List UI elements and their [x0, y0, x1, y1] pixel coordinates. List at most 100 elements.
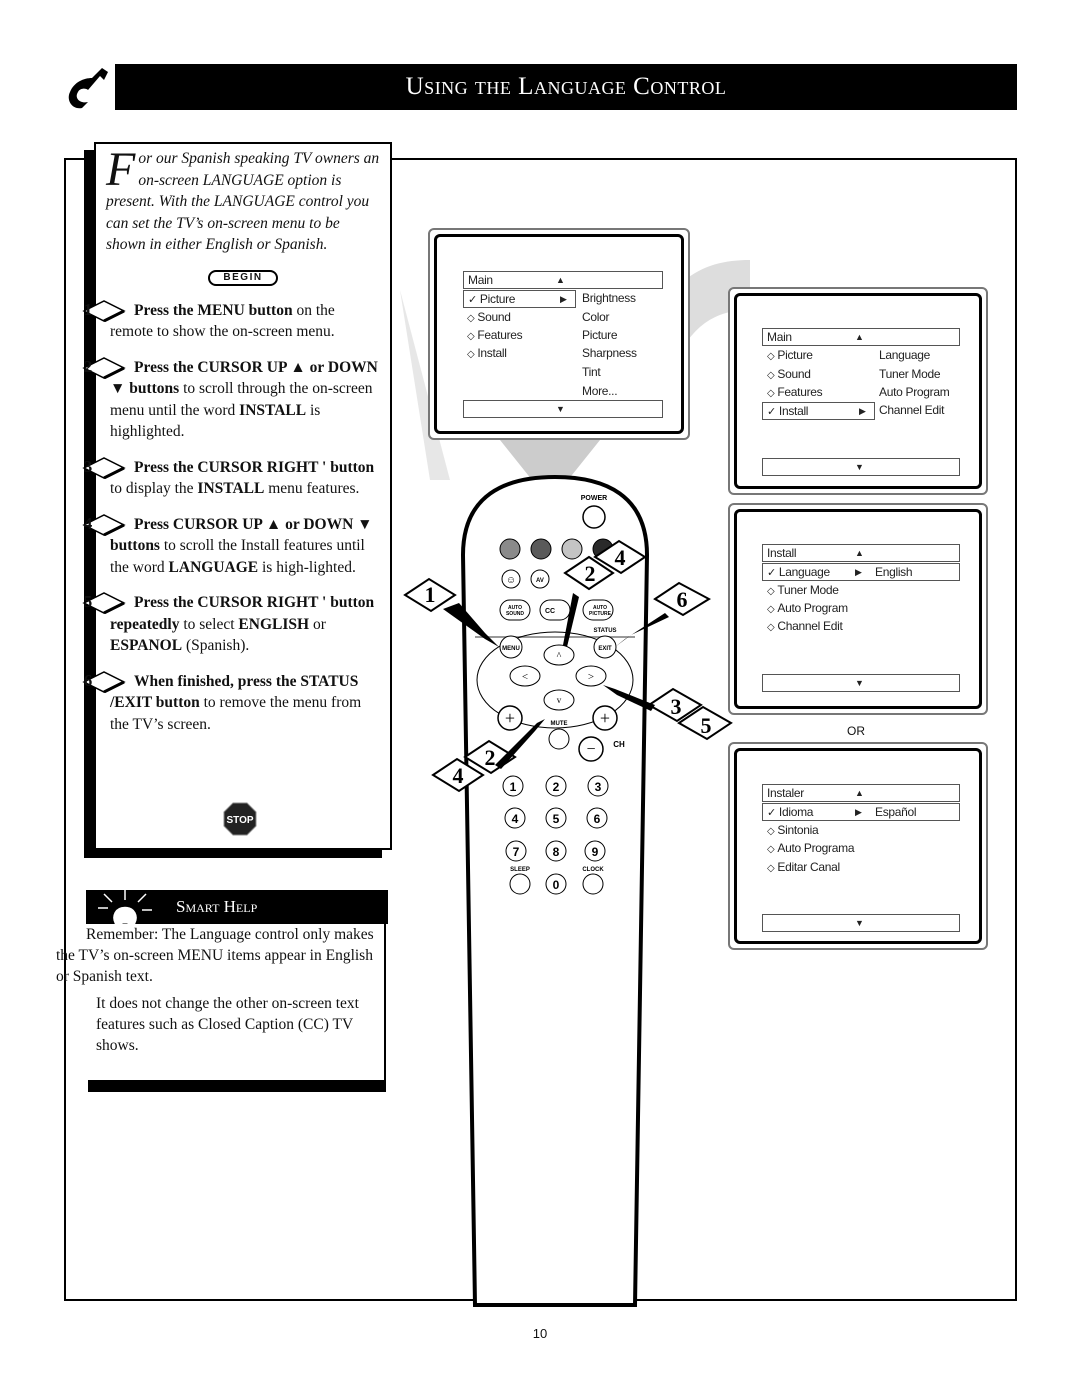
right-arrow-icon: ▶	[859, 406, 866, 416]
osd-item[interactable]: ◇ Auto Programa	[767, 840, 855, 858]
begin-badge: BEGIN	[208, 269, 278, 286]
osd-install-selected: Main ▲ ◇ Picture ◇ Sound ◇ Features ✓ Install…	[734, 293, 982, 489]
remote-control: POWER ☺ AV AUTO SOUND CC AUTO PICTURE ST…	[403, 474, 733, 1307]
svg-text:CH: CH	[613, 740, 625, 749]
osd-item[interactable]: ◇ Sound	[767, 366, 811, 384]
step-diamond-icon: 3	[82, 457, 126, 479]
osd-sub-item: Brightness	[582, 291, 636, 305]
color-key-2[interactable]	[530, 538, 552, 560]
page-title-bar: Using the Language Control	[115, 64, 1017, 110]
step-4: 4 Press CURSOR UP ▲ or DOWN ▼ buttons to…	[82, 513, 373, 576]
diamond-bullet-icon: ◇	[767, 604, 775, 615]
step-3: 3 Press the CURSOR RIGHT ' button to dis…	[82, 456, 375, 497]
osd-sub-item: Tuner Mode	[879, 367, 941, 381]
diamond-bullet-icon: ◇	[467, 349, 475, 360]
down-arrow-icon: ▼	[556, 404, 565, 414]
help-paragraph-1: Remember: The Language control only make…	[56, 926, 374, 985]
stop-label: STOP	[226, 815, 253, 826]
step-diamond-icon: 5	[82, 592, 126, 615]
svg-text:PICTURE: PICTURE	[589, 611, 612, 617]
sleep-button[interactable]	[509, 873, 531, 895]
osd-item[interactable]: ◇ Sintonia	[767, 822, 819, 840]
right-arrow-icon: ▶	[560, 294, 567, 304]
power-button[interactable]	[582, 505, 606, 529]
osd-item[interactable]: ◇ Install	[467, 345, 507, 363]
step-6: 6 When finished, press the STATUS /EXIT …	[82, 670, 362, 733]
diamond-bullet-icon: ◇	[767, 622, 775, 633]
svg-text:SLEEP: SLEEP	[510, 867, 530, 873]
osd-footer: ▼	[762, 914, 960, 932]
svg-text:EXIT: EXIT	[598, 646, 612, 652]
osd-footer: ▼	[762, 458, 960, 476]
svg-text:9: 9	[592, 845, 599, 859]
diamond-bullet-icon: ◇	[767, 370, 775, 381]
check-icon: ✓	[767, 406, 776, 418]
osd-item[interactable]: ◇ Picture	[767, 347, 813, 365]
osd-item[interactable]: ◇ Features	[467, 327, 523, 345]
osd-item-selected[interactable]: ✓ Picture ▶	[463, 290, 576, 308]
up-arrow-icon: ▲	[556, 275, 565, 285]
osd-item[interactable]: ◇ Tuner Mode	[767, 582, 839, 600]
osd-sub-item: Picture	[582, 328, 618, 342]
tv-screen-spanish: Instaler ▲ ✓ Idioma ▶ Español ◇ Sintonia ◇ Aut…	[728, 742, 988, 950]
svg-text:3: 3	[671, 694, 682, 719]
instruction-card: For our Spanish speaking TV owners an on…	[82, 142, 392, 850]
intro-text: or our Spanish speaking TV owners an on-…	[106, 150, 380, 253]
power-label: POWER	[581, 495, 607, 502]
svg-text:5: 5	[553, 812, 560, 826]
svg-text:6: 6	[594, 812, 601, 826]
svg-text:4: 4	[512, 812, 519, 826]
diamond-bullet-icon: ◇	[767, 388, 775, 399]
step-diamond-icon: 1	[82, 300, 126, 322]
right-arrow-icon: ▶	[855, 807, 862, 817]
chevron-up-icon: ^	[557, 651, 562, 662]
diamond-bullet-icon: ◇	[767, 844, 775, 855]
step-5: 5 Press the CURSOR RIGHT ' button repeat…	[82, 592, 375, 654]
svg-text:3: 3	[595, 780, 602, 794]
page-number: 10	[532, 1326, 548, 1341]
up-arrow-icon: ▲	[855, 548, 864, 558]
mute-button[interactable]	[548, 728, 570, 750]
step-1: 1 Press the MENU button on the remote to…	[82, 299, 335, 340]
svg-text:5: 5	[701, 713, 712, 738]
stop-sign-icon: STOP	[223, 802, 257, 836]
svg-text:7: 7	[513, 845, 520, 859]
page-title: Using the Language Control	[405, 73, 727, 100]
intro-paragraph: For our Spanish speaking TV owners an on…	[106, 143, 380, 256]
step-diamond-icon: 2	[82, 357, 126, 379]
diamond-bullet-icon: ◇	[767, 586, 775, 597]
svg-text:MUTE: MUTE	[551, 721, 568, 727]
color-key-3[interactable]	[561, 538, 583, 560]
osd-item[interactable]: ◇ Editar Canal	[767, 859, 840, 877]
svg-text:MENU: MENU	[502, 646, 520, 652]
svg-text:0: 0	[553, 878, 560, 892]
osd-item-selected[interactable]: ✓ Install ▶	[762, 402, 875, 420]
smart-help-box: Smart Help Remember: The Language contro…	[56, 890, 388, 1086]
osd-header: Instaler ▲	[762, 784, 960, 802]
osd-item[interactable]: ◇ Auto Program	[767, 600, 848, 618]
osd-item-selected[interactable]: ✓ Language ▶ English	[762, 563, 960, 581]
osd-item[interactable]: ◇ Sound	[467, 309, 511, 327]
osd-header: Main ▲	[762, 328, 960, 346]
drop-cap: F	[106, 143, 136, 196]
osd-item[interactable]: ◇ Features	[767, 384, 823, 402]
osd-sub-item: Language	[879, 348, 930, 362]
chevron-down-icon: v	[557, 695, 562, 705]
clock-button[interactable]	[582, 873, 604, 895]
svg-text:2: 2	[553, 780, 560, 794]
osd-footer: ▼	[463, 400, 663, 418]
osd-sub-item: Channel Edit	[879, 403, 945, 417]
minus-icon: −	[586, 741, 595, 758]
smiley-icon: ☺	[506, 575, 516, 586]
step-diamond-icon: 6	[82, 671, 126, 693]
svg-text:8: 8	[553, 845, 560, 859]
color-key-1[interactable]	[499, 538, 521, 560]
osd-language-spanish: Instaler ▲ ✓ Idioma ▶ Español ◇ Sintonia ◇ Aut…	[734, 748, 982, 944]
osd-item[interactable]: ◇ Channel Edit	[767, 618, 843, 636]
right-arrow-icon: ▶	[855, 567, 862, 577]
osd-item-selected[interactable]: ✓ Idioma ▶ Español	[762, 803, 960, 821]
svg-text:1: 1	[510, 780, 517, 794]
chevron-right-icon: >	[588, 671, 594, 683]
diamond-bullet-icon: ◇	[767, 351, 775, 362]
osd-main-menu: Main ▲ ✓ Picture ▶ ◇ Sound ◇ Features ◇ Instal…	[434, 234, 684, 434]
